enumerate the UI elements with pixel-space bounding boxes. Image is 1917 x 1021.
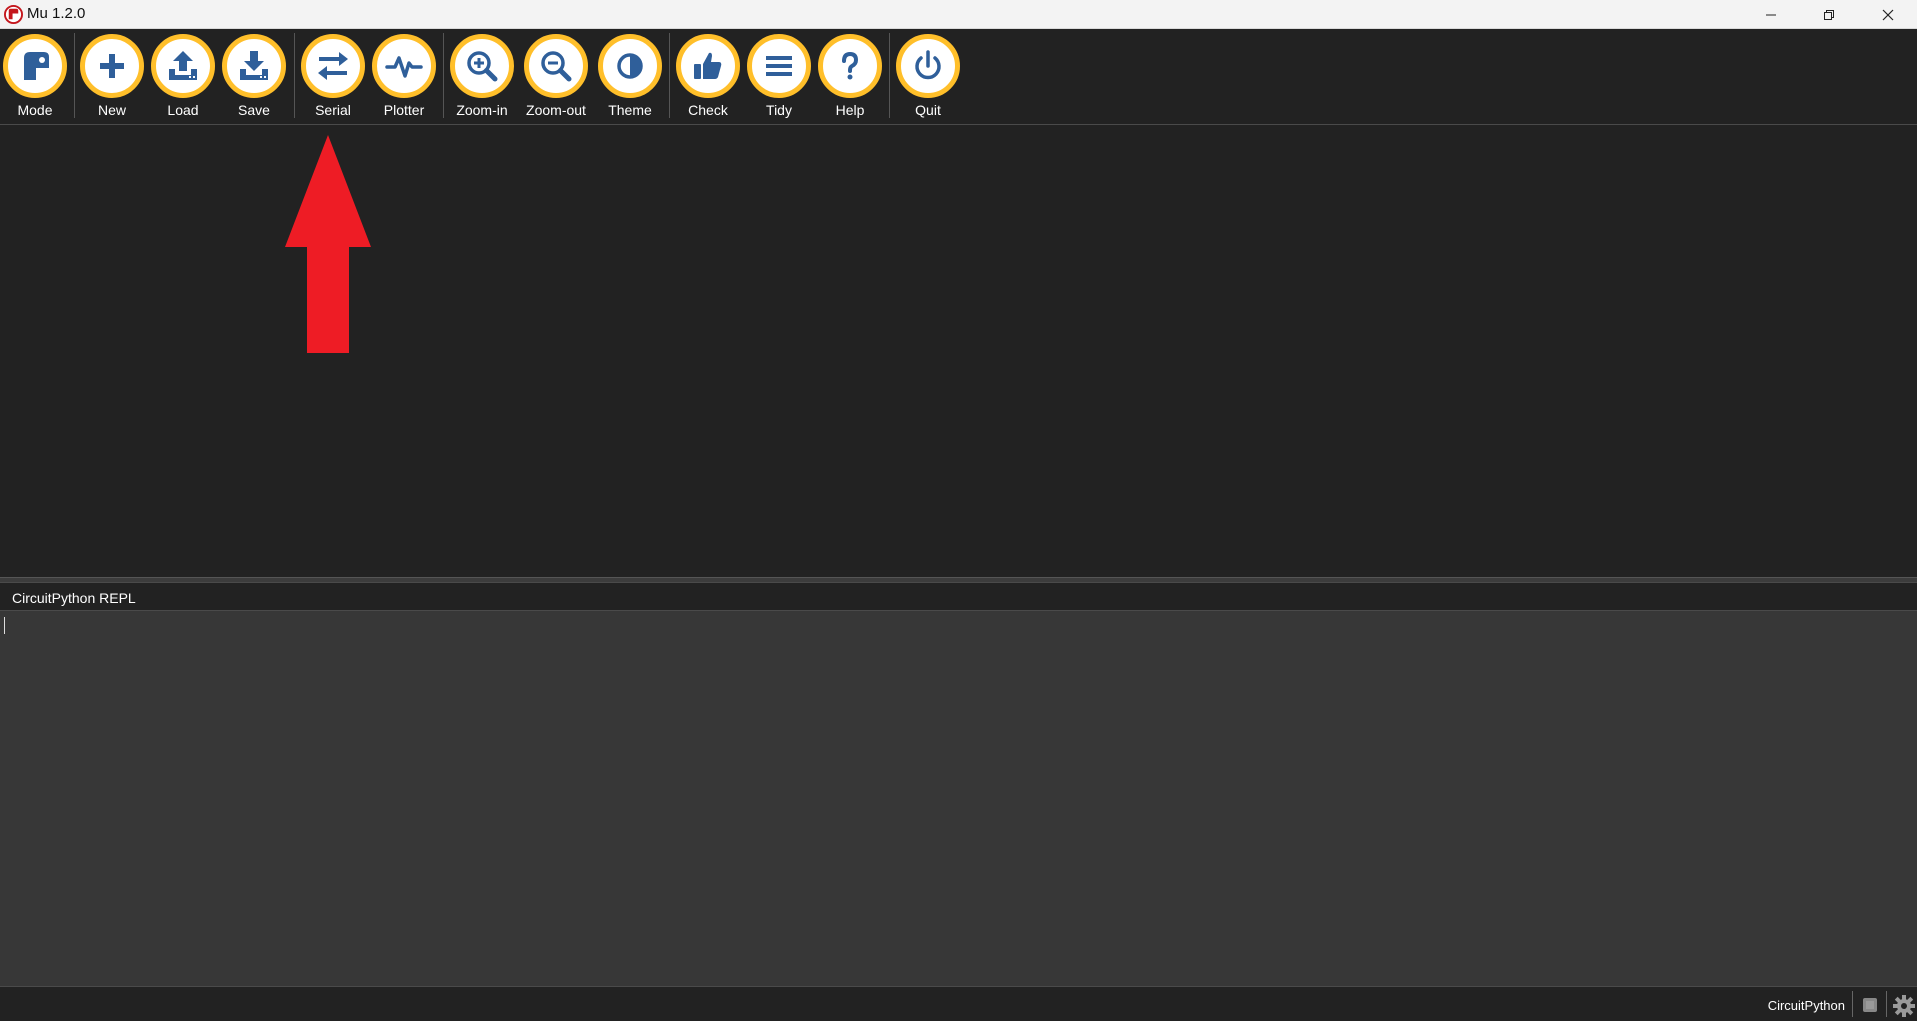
- mode-button-ring: [3, 34, 67, 98]
- power-icon: [915, 50, 941, 80]
- status-separator: [1886, 991, 1887, 1017]
- zoom-in-label: Zoom-in: [456, 102, 508, 118]
- quit-button-ring: [896, 34, 960, 98]
- window-title: Mu 1.2.0: [27, 5, 86, 22]
- plus-icon: [100, 54, 124, 78]
- download-icon: [240, 51, 268, 80]
- status-mode-label[interactable]: CircuitPython: [1768, 998, 1845, 1013]
- thumbs-up-icon: [694, 52, 722, 79]
- help-label: Help: [835, 102, 865, 118]
- theme-button[interactable]: Theme: [594, 34, 666, 122]
- title-bar[interactable]: Mu 1.2.0: [0, 0, 1917, 29]
- plotter-label: Plotter: [383, 102, 425, 118]
- upload-icon: [169, 51, 197, 80]
- save-label: Save: [238, 102, 270, 118]
- new-button-ring: [80, 34, 144, 98]
- save-button[interactable]: Save: [218, 34, 290, 122]
- help-button[interactable]: Help: [814, 34, 886, 122]
- zoom-out-icon: [541, 51, 572, 82]
- repl-title: CircuitPython REPL: [12, 590, 136, 606]
- serial-button-ring: [301, 34, 365, 98]
- mu-editor-window: Mu 1.2.0 Mode New Load Save Serial Plott…: [0, 0, 1917, 1021]
- zoom-in-button-ring: [450, 34, 514, 98]
- plotter-button-ring: [372, 34, 436, 98]
- lines-icon: [766, 56, 792, 76]
- half-circle-icon: [617, 53, 643, 79]
- theme-label: Theme: [608, 102, 652, 118]
- gear-icon[interactable]: [1892, 994, 1916, 1018]
- new-button[interactable]: New: [76, 34, 148, 122]
- load-button[interactable]: Load: [147, 34, 219, 122]
- pulse-icon: [385, 56, 423, 78]
- plotter-button[interactable]: Plotter: [368, 34, 440, 122]
- load-button-ring: [151, 34, 215, 98]
- minimize-icon: [1766, 14, 1776, 15]
- restore-button[interactable]: [1800, 0, 1858, 29]
- mu-app-icon: [4, 5, 23, 24]
- zoom-out-button-ring: [524, 34, 588, 98]
- device-chip-icon[interactable]: [1861, 996, 1879, 1014]
- zoom-in-icon: [467, 51, 498, 82]
- zoom-in-button[interactable]: Zoom-in: [446, 34, 518, 122]
- annotation-arrow-icon: [285, 135, 371, 353]
- main-toolbar: Mode New Load Save Serial Plotter Zoom-i…: [0, 29, 1917, 124]
- mode-label: Mode: [17, 102, 53, 118]
- text-cursor: [4, 617, 5, 634]
- question-icon: [842, 51, 859, 80]
- theme-button-ring: [598, 34, 662, 98]
- zoom-out-button[interactable]: Zoom-out: [520, 34, 592, 122]
- minimize-button[interactable]: [1742, 0, 1800, 29]
- save-button-ring: [222, 34, 286, 98]
- mode-icon: [24, 52, 49, 80]
- serial-button[interactable]: Serial: [297, 34, 369, 122]
- tidy-button[interactable]: Tidy: [743, 34, 815, 122]
- mode-button[interactable]: Mode: [0, 34, 71, 122]
- repl-header: CircuitPython REPL: [0, 583, 1917, 611]
- tidy-button-ring: [747, 34, 811, 98]
- quit-label: Quit: [915, 102, 941, 118]
- status-separator: [1852, 991, 1853, 1017]
- restore-icon: [1824, 9, 1834, 20]
- zoom-out-label: Zoom-out: [526, 102, 586, 118]
- help-button-ring: [818, 34, 882, 98]
- repl-console[interactable]: [0, 611, 1917, 986]
- close-icon: [1882, 9, 1894, 20]
- check-button[interactable]: Check: [672, 34, 744, 122]
- close-button[interactable]: [1859, 0, 1917, 29]
- quit-button[interactable]: Quit: [892, 34, 964, 122]
- status-bar: CircuitPython: [0, 986, 1917, 1021]
- swap-arrows-icon: [318, 52, 348, 80]
- check-button-ring: [676, 34, 740, 98]
